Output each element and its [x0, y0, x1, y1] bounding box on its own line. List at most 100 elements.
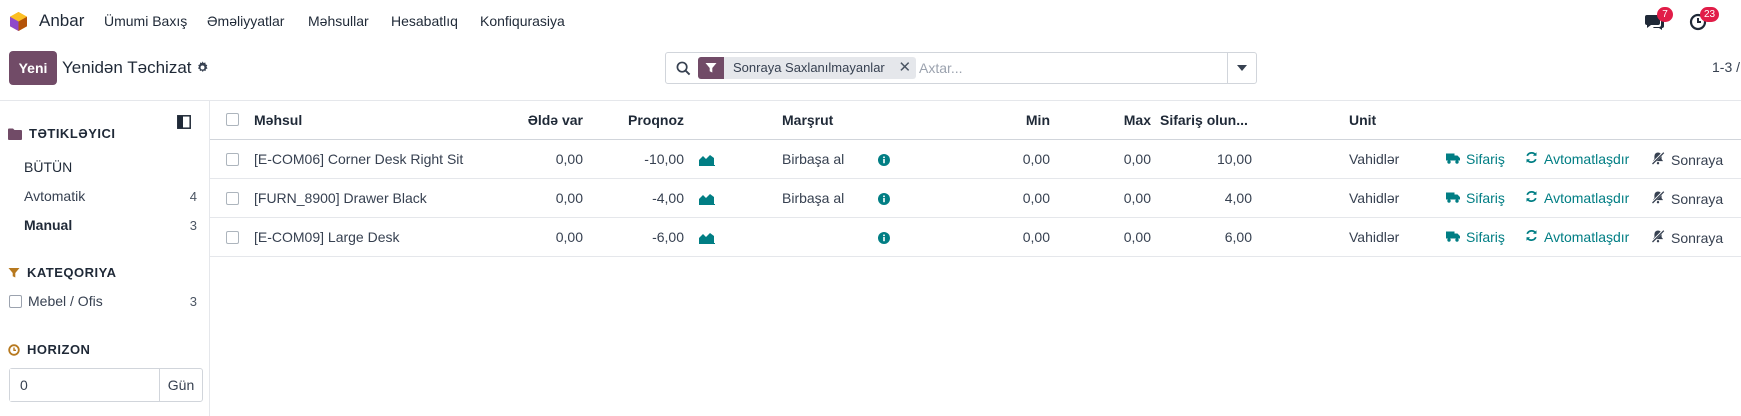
- search-icon[interactable]: [676, 61, 691, 76]
- menu-overview[interactable]: Ümumi Baxış: [104, 13, 187, 29]
- category-title: KATEQORIYA: [27, 265, 117, 280]
- row-product[interactable]: [E-COM06] Corner Desk Right Sit: [254, 151, 463, 167]
- row-min[interactable]: 0,00: [970, 151, 1050, 167]
- col-on-hand[interactable]: Əldə var: [503, 112, 583, 128]
- search-options-toggle[interactable]: [1227, 53, 1256, 83]
- col-max[interactable]: Max: [1071, 112, 1151, 128]
- refresh-icon: [1525, 229, 1538, 245]
- page-title: Yenidən Təchizat: [62, 58, 192, 77]
- pager-value[interactable]: 1-3 /: [1712, 59, 1740, 75]
- col-route[interactable]: Marşrut: [782, 112, 833, 128]
- order-button[interactable]: Sifariş: [1446, 190, 1505, 206]
- snooze-label: Sonraya: [1671, 190, 1724, 207]
- col-unit[interactable]: Unit: [1349, 112, 1376, 128]
- filter-icon: [698, 57, 724, 79]
- folder-icon: [8, 128, 22, 140]
- row-product[interactable]: [E-COM09] Large Desk: [254, 229, 400, 245]
- row-max[interactable]: 0,00: [1071, 190, 1151, 206]
- facet-label: Sonraya Saxlanılmayanlar: [733, 60, 885, 75]
- info-icon[interactable]: [878, 231, 890, 247]
- app-logo-icon[interactable]: [8, 11, 29, 32]
- row-to-order[interactable]: 4,00: [1172, 190, 1252, 206]
- search-bar: Sonraya Saxlanılmayanlar ✕: [665, 52, 1257, 84]
- row-forecast: -4,00: [652, 190, 684, 206]
- row-min[interactable]: 0,00: [970, 229, 1050, 245]
- messages-badge: 7: [1657, 7, 1673, 22]
- row-checkbox[interactable]: [226, 153, 239, 166]
- menu-operations[interactable]: Əməliyyatlar: [207, 13, 284, 29]
- search-facet: Sonraya Saxlanılmayanlar ✕: [698, 57, 916, 79]
- trigger-count-manual: 3: [189, 218, 197, 233]
- select-all-checkbox[interactable]: [226, 113, 239, 126]
- col-forecast[interactable]: Proqnoz: [604, 112, 684, 128]
- snooze-label: Sonraya: [1671, 229, 1724, 246]
- row-forecast: -10,00: [644, 151, 684, 167]
- truck-icon: [1446, 151, 1460, 167]
- forecast-chart-icon[interactable]: [699, 192, 715, 208]
- horizon-field: Gün: [9, 368, 203, 402]
- trigger-title: TƏTIKLƏYICI: [29, 126, 116, 141]
- snooze-button[interactable]: Sonraya: [1651, 190, 1723, 207]
- row-to-order[interactable]: 6,00: [1172, 229, 1252, 245]
- automate-label: Avtomatlaşdır: [1544, 229, 1630, 245]
- category-item-furniture-office[interactable]: Mebel / Ofis: [28, 293, 103, 309]
- trigger-item-automatic[interactable]: Avtomatik: [24, 188, 85, 204]
- category-section-title: KATEQORIYA: [8, 265, 117, 280]
- order-button[interactable]: Sifariş: [1446, 151, 1505, 167]
- refresh-icon: [1525, 151, 1538, 167]
- app-name[interactable]: Anbar: [39, 11, 84, 31]
- search-panel: TƏTIKLƏYICI BÜTÜN Avtomatik 4 Manual 3 K…: [0, 101, 210, 416]
- forecast-chart-icon[interactable]: [699, 153, 715, 169]
- new-button[interactable]: Yeni: [9, 51, 57, 85]
- automate-button[interactable]: Avtomatlaşdır: [1525, 151, 1629, 167]
- order-label: Sifariş: [1466, 229, 1505, 245]
- bell-slash-icon: [1651, 190, 1665, 207]
- facet-remove-icon[interactable]: ✕: [894, 57, 916, 79]
- automate-button[interactable]: Avtomatlaşdır: [1525, 190, 1629, 206]
- row-min[interactable]: 0,00: [970, 190, 1050, 206]
- row-route[interactable]: Birbaşa al: [782, 190, 844, 206]
- row-unit: Vahidlər: [1349, 151, 1400, 167]
- row-max[interactable]: 0,00: [1071, 229, 1151, 245]
- col-product[interactable]: Məhsul: [254, 112, 302, 128]
- activities-badge: 23: [1700, 7, 1720, 22]
- row-to-order[interactable]: 10,00: [1172, 151, 1252, 167]
- category-count: 3: [189, 294, 197, 309]
- row-route[interactable]: Birbaşa al: [782, 151, 844, 167]
- forecast-chart-icon[interactable]: [699, 231, 715, 247]
- bell-slash-icon: [1651, 229, 1665, 246]
- menu-products[interactable]: Məhsullar: [308, 13, 369, 29]
- trigger-item-all[interactable]: BÜTÜN: [24, 159, 72, 175]
- info-icon[interactable]: [878, 192, 890, 208]
- trigger-item-manual[interactable]: Manual: [24, 217, 72, 233]
- snooze-button[interactable]: Sonraya: [1651, 151, 1723, 168]
- row-unit: Vahidlər: [1349, 190, 1400, 206]
- category-checkbox[interactable]: [9, 295, 22, 308]
- automate-label: Avtomatlaşdır: [1544, 190, 1630, 206]
- row-checkbox[interactable]: [226, 192, 239, 205]
- info-icon[interactable]: [878, 153, 890, 169]
- col-min[interactable]: Min: [970, 112, 1050, 128]
- main-navbar: Anbar Ümumi Baxış Əməliyyatlar Məhsullar…: [0, 0, 1741, 42]
- trigger-count-automatic: 4: [189, 189, 197, 204]
- snooze-label: Sonraya: [1671, 151, 1724, 168]
- gear-icon[interactable]: [196, 61, 209, 74]
- snooze-button[interactable]: Sonraya: [1651, 229, 1723, 246]
- row-max[interactable]: 0,00: [1071, 151, 1151, 167]
- search-input[interactable]: [919, 56, 1189, 80]
- row-checkbox[interactable]: [226, 231, 239, 244]
- horizon-input[interactable]: [10, 369, 160, 401]
- row-divider: [210, 256, 1741, 257]
- menu-configuration[interactable]: Konfiqurasiya: [480, 13, 565, 29]
- row-on-hand: 0,00: [555, 151, 583, 167]
- panel-collapse-icon[interactable]: [177, 115, 191, 129]
- bell-slash-icon: [1651, 151, 1665, 168]
- col-to-order[interactable]: Sifariş olun...: [1160, 112, 1248, 128]
- row-product[interactable]: [FURN_8900] Drawer Black: [254, 190, 427, 206]
- menu-reporting[interactable]: Hesabatlıq: [391, 13, 458, 29]
- automate-button[interactable]: Avtomatlaşdır: [1525, 229, 1629, 245]
- order-button[interactable]: Sifariş: [1446, 229, 1505, 245]
- truck-icon: [1446, 229, 1460, 245]
- automate-label: Avtomatlaşdır: [1544, 151, 1630, 167]
- row-on-hand: 0,00: [555, 190, 583, 206]
